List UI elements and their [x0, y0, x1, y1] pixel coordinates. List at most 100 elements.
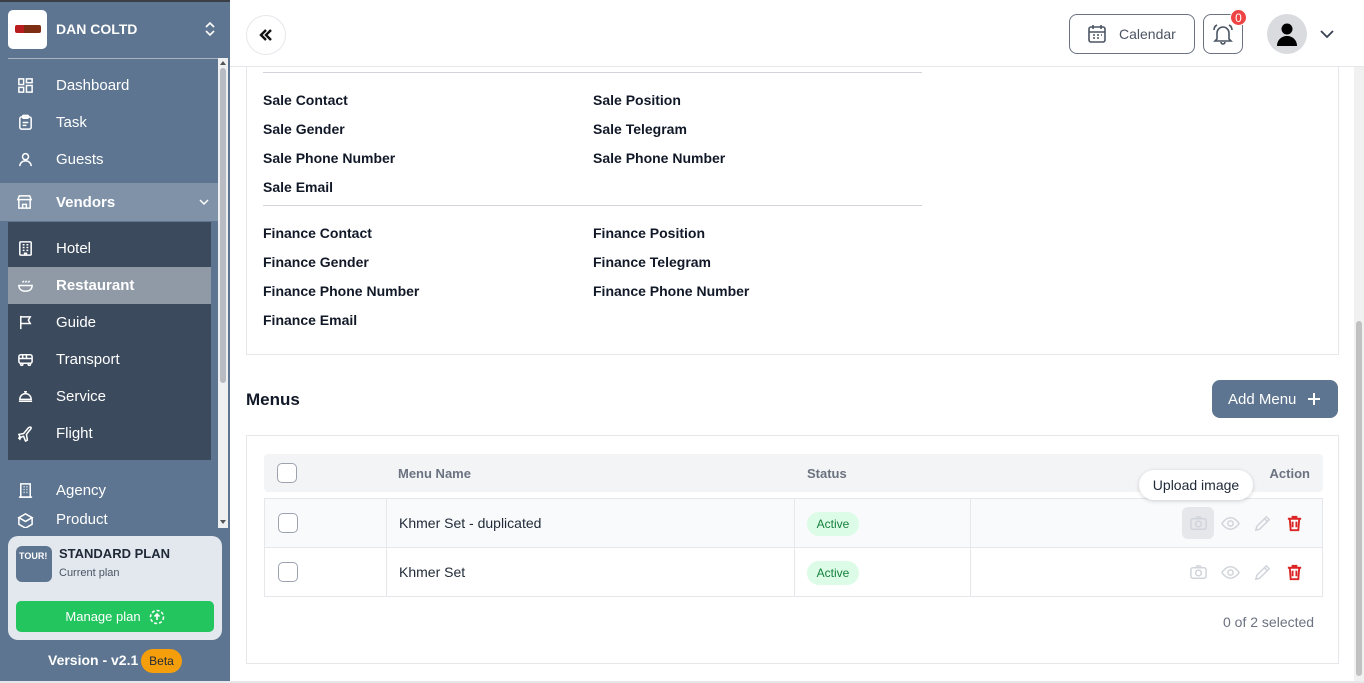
cell-border: [794, 548, 795, 596]
finance-email-label: Finance Email: [263, 312, 358, 328]
select-all-checkbox[interactable]: [277, 463, 297, 483]
collapse-sidebar-button[interactable]: [246, 15, 286, 55]
store-icon: [16, 193, 34, 211]
eye-icon: [1220, 565, 1240, 579]
account-menu-toggle[interactable]: [1319, 27, 1335, 39]
table-row[interactable]: Khmer Set - duplicated Active: [264, 498, 1323, 548]
calendar-button[interactable]: Calendar: [1069, 14, 1195, 54]
cell-border: [386, 548, 387, 596]
notification-count-badge: 0: [1230, 9, 1247, 26]
grid-icon: [16, 77, 34, 95]
delete-button[interactable]: [1283, 561, 1305, 583]
add-menu-button[interactable]: Add Menu: [1212, 380, 1338, 418]
sidebar-item-restaurant[interactable]: Restaurant: [8, 267, 211, 304]
sidebar-item-task[interactable]: Task: [8, 104, 211, 141]
sidebar-item-product[interactable]: Product: [8, 509, 211, 528]
sidebar-item-label: Dashboard: [56, 77, 130, 94]
column-action: Action: [1269, 466, 1310, 481]
scroll-up-arrow-icon[interactable]: [220, 60, 226, 66]
vendors-submenu: Hotel Restaurant Guide Transport Service…: [8, 222, 211, 460]
company-switcher[interactable]: DAN COLTD: [0, 0, 222, 58]
row-checkbox[interactable]: [278, 513, 298, 533]
sidebar-item-hotel[interactable]: Hotel: [8, 230, 211, 267]
sidebar-item-label: Service: [56, 388, 107, 405]
eye-icon: [1220, 516, 1240, 530]
sale-phone-label-2: Sale Phone Number: [593, 150, 726, 166]
sidebar-item-label: Restaurant: [56, 277, 135, 294]
sidebar-item-label: Flight: [56, 425, 93, 442]
trash-icon: [1287, 515, 1301, 531]
user-icon: [16, 151, 34, 169]
sidebar-item-label: Agency: [56, 482, 107, 499]
selection-count: 0 of 2 selected: [1223, 614, 1315, 630]
delete-button[interactable]: [1283, 512, 1305, 534]
menu-name: Khmer Set: [399, 564, 466, 580]
bell-icon: [1213, 24, 1233, 45]
plus-icon: [1308, 393, 1321, 405]
sidebar-item-vendors[interactable]: Vendors: [0, 183, 218, 221]
manage-plan-button[interactable]: Manage plan: [16, 601, 214, 632]
column-menu-name[interactable]: Menu Name: [398, 466, 471, 481]
upload-image-button[interactable]: [1187, 512, 1209, 534]
clipboard-icon: [16, 114, 34, 132]
sidebar-item-guide[interactable]: Guide: [8, 304, 211, 341]
sidebar-item-label: Guide: [56, 314, 97, 331]
plan-logo: TOUR!: [16, 546, 52, 582]
sidebar-item-flight[interactable]: Flight: [8, 415, 211, 452]
sidebar-item-service[interactable]: Service: [8, 378, 211, 415]
bowl-icon: [16, 277, 34, 295]
sidebar-item-label: Transport: [56, 351, 120, 368]
upload-image-button[interactable]: [1187, 561, 1209, 583]
status-badge: Active: [807, 561, 859, 585]
upgrade-icon: [149, 609, 164, 624]
avatar[interactable]: [1267, 14, 1307, 54]
edit-button[interactable]: [1251, 512, 1273, 534]
office-icon: [16, 482, 34, 500]
finance-position-label: Finance Position: [593, 225, 706, 241]
sidebar-item-guests[interactable]: Guests: [8, 141, 211, 178]
edit-button[interactable]: [1251, 561, 1273, 583]
company-logo: [8, 9, 47, 49]
finance-contact-label: Finance Contact: [263, 225, 372, 241]
pencil-icon: [1254, 564, 1270, 580]
plan-subtitle: Current plan: [59, 567, 120, 579]
chevron-down-icon: [199, 199, 209, 206]
user-avatar-icon: [1277, 23, 1297, 46]
sidebar-item-label: Vendors: [56, 193, 116, 211]
finance-phone-label: Finance Phone Number: [263, 283, 420, 299]
chevron-down-icon: [1320, 30, 1334, 39]
double-chevron-left-icon: [259, 29, 272, 41]
camera-icon: [1189, 515, 1207, 530]
sidebar-item-label: Hotel: [56, 240, 92, 257]
divider: [8, 58, 222, 59]
page-scrollbar-thumb[interactable]: [1356, 321, 1362, 676]
sale-position-label: Sale Position: [593, 92, 681, 108]
menu-name: Khmer Set - duplicated: [399, 515, 542, 531]
table-row[interactable]: Khmer Set Active: [264, 547, 1323, 597]
view-button[interactable]: [1219, 561, 1241, 583]
sidebar-item-dashboard[interactable]: Dashboard: [8, 67, 211, 104]
sidebar-item-agency[interactable]: Agency: [8, 472, 211, 509]
top-header: Calendar 0: [230, 0, 1364, 67]
contact-details-card: Sale Contact Sale Gender Sale Phone Numb…: [246, 67, 1339, 355]
scroll-down-arrow-icon[interactable]: [220, 519, 226, 525]
pencil-icon: [1254, 515, 1270, 531]
company-name: DAN COLTD: [56, 21, 138, 37]
column-status[interactable]: Status: [807, 466, 847, 481]
finance-phone-label-2: Finance Phone Number: [593, 283, 750, 299]
view-button[interactable]: [1219, 512, 1241, 534]
add-menu-label: Add Menu: [1228, 390, 1297, 408]
divider: [263, 72, 922, 73]
finance-gender-label: Finance Gender: [263, 254, 369, 270]
menus-heading: Menus: [246, 390, 300, 409]
sale-phone-label: Sale Phone Number: [263, 150, 396, 166]
chevron-up-down-icon: [205, 21, 215, 37]
calendar-label: Calendar: [1119, 26, 1176, 42]
flag-icon: [16, 314, 34, 332]
sidebar-scrollbar-thumb[interactable]: [220, 68, 226, 383]
row-checkbox[interactable]: [278, 562, 298, 582]
page-scrollbar[interactable]: [1354, 67, 1364, 683]
sidebar-item-transport[interactable]: Transport: [8, 341, 211, 378]
divider: [263, 205, 922, 206]
upload-image-tooltip: Upload image: [1139, 470, 1253, 500]
